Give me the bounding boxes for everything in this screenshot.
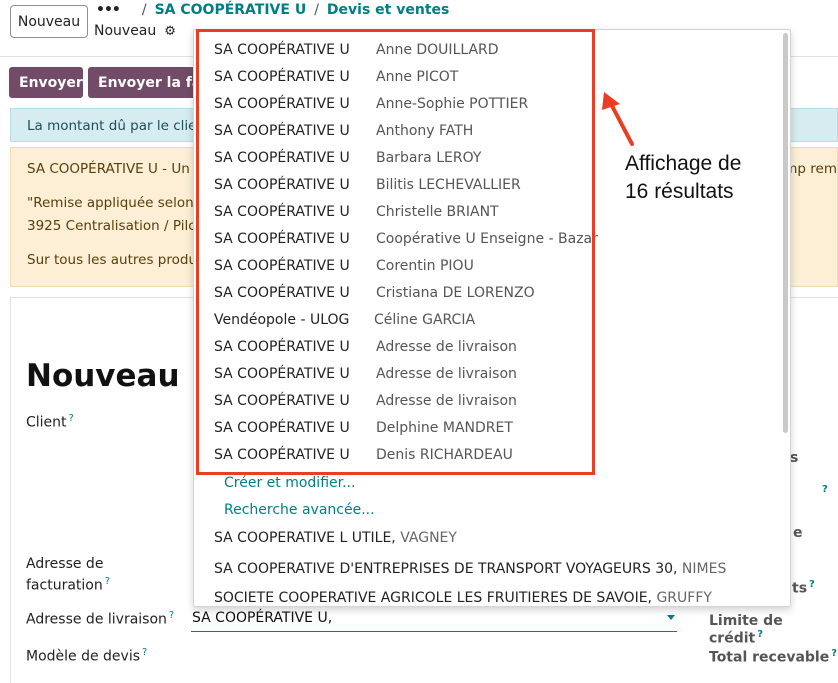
annotation-line-1: Affichage de [625, 152, 742, 175]
create-and-edit-link[interactable]: Créer et modifier... [224, 475, 355, 491]
breadcrumb-partner-link[interactable]: SA COOPÉRATIVE U [155, 2, 307, 18]
breadcrumb-section-link[interactable]: Devis et ventes [327, 2, 449, 18]
list-item[interactable]: SA COOPÉRATIVE U Anne PICOT [194, 65, 778, 92]
total-receivable-label: Total recevable? [709, 648, 838, 666]
help-icon[interactable]: ? [820, 484, 828, 502]
list-item[interactable]: SA COOPÉRATIVE U Adresse de livraison [194, 335, 778, 362]
list-item[interactable]: SA COOPÉRATIVE U Anthony FATH [194, 119, 778, 146]
credit-limit-label: Limite de crédit? [709, 613, 783, 647]
list-item[interactable]: SA COOPÉRATIVE U Corentin PIOU [194, 254, 778, 281]
help-icon[interactable]: ? [142, 647, 147, 658]
gear-icon[interactable]: ⚙ [164, 24, 176, 39]
right-label-partial-4: ts? [792, 579, 815, 597]
quote-template-label: Modèle de devis? [26, 647, 148, 665]
send-button[interactable]: Envoyer [9, 67, 83, 98]
annotation-arrow-icon [602, 92, 634, 146]
list-item[interactable]: SA COOPÉRATIVE U Denis RICHARDEAU [194, 443, 778, 470]
breadcrumb: ••• / SA COOPÉRATIVE U / Devis et ventes [96, 2, 449, 18]
partner-autocomplete-dropdown: SA COOPÉRATIVE U Anne DOUILLARD SA COOPÉR… [193, 29, 791, 607]
list-item[interactable]: SA COOPÉRATIVE U Coopérative U Enseigne -… [194, 227, 778, 254]
list-item[interactable]: SA COOPÉRATIVE U Anne DOUILLARD [194, 38, 778, 65]
send-invoice-button[interactable]: Envoyer la fact [88, 67, 198, 98]
shipping-address-value: SA COOPÉRATIVE U, [192, 610, 333, 626]
breadcrumb-separator: / [314, 2, 319, 18]
current-record: Nouveau ⚙ [94, 23, 176, 39]
billing-address-label-line1: Adresse de [26, 556, 104, 572]
list-item[interactable]: Vendéopole - ULOG Céline GARCIA [194, 308, 778, 335]
help-icon[interactable]: ? [757, 629, 763, 640]
breadcrumb-separator: / [141, 2, 147, 18]
list-item[interactable]: SA COOPÉRATIVE U Adresse de livraison [194, 362, 778, 389]
page-title: Nouveau [26, 358, 180, 394]
list-item[interactable]: SA COOPÉRATIVE U Anne-Sophie POTTIER [194, 92, 778, 119]
list-item[interactable]: SA COOPERATIVE L UTILE, VAGNEY [214, 530, 457, 546]
right-label-partial-3: e [793, 525, 803, 541]
help-icon[interactable]: ? [105, 576, 110, 587]
client-label: Client? [26, 413, 74, 431]
list-item[interactable]: SA COOPÉRATIVE U Cristiana DE LORENZO [194, 281, 778, 308]
dropdown-caret-icon[interactable] [667, 615, 675, 620]
annotation-line-2: 16 résultats [625, 180, 734, 203]
shipping-address-input[interactable]: SA COOPÉRATIVE U, [191, 610, 677, 632]
scrollbar[interactable] [783, 33, 788, 433]
help-icon[interactable]: ? [169, 610, 174, 621]
help-icon[interactable]: ? [69, 413, 74, 424]
current-record-label: Nouveau [94, 23, 157, 39]
annotation-text: Affichage de 16 résultats [625, 150, 825, 206]
advanced-search-link[interactable]: Recherche avancée... [224, 502, 375, 518]
list-item[interactable]: SA COOPÉRATIVE U Adresse de livraison [194, 389, 778, 416]
billing-address-label-line2: facturation? [26, 576, 111, 594]
help-icon[interactable]: ? [809, 579, 815, 590]
shipping-address-label: Adresse de livraison? [26, 610, 175, 628]
list-item[interactable]: SA COOPERATIVE D'ENTREPRISES DE TRANSPOR… [214, 561, 726, 577]
help-icon[interactable]: ? [831, 648, 837, 659]
list-item[interactable]: SA COOPÉRATIVE U Delphine MANDRET [194, 416, 778, 443]
list-item[interactable]: SOCIETE COOPERATIVE AGRICOLE LES FRUITIE… [214, 590, 712, 606]
new-button[interactable]: Nouveau [10, 5, 88, 38]
right-label-partial-1: s [790, 450, 799, 466]
more-breadcrumbs-icon[interactable]: ••• [96, 2, 121, 18]
info-alert-text: La montant dû par le clier [27, 118, 202, 134]
